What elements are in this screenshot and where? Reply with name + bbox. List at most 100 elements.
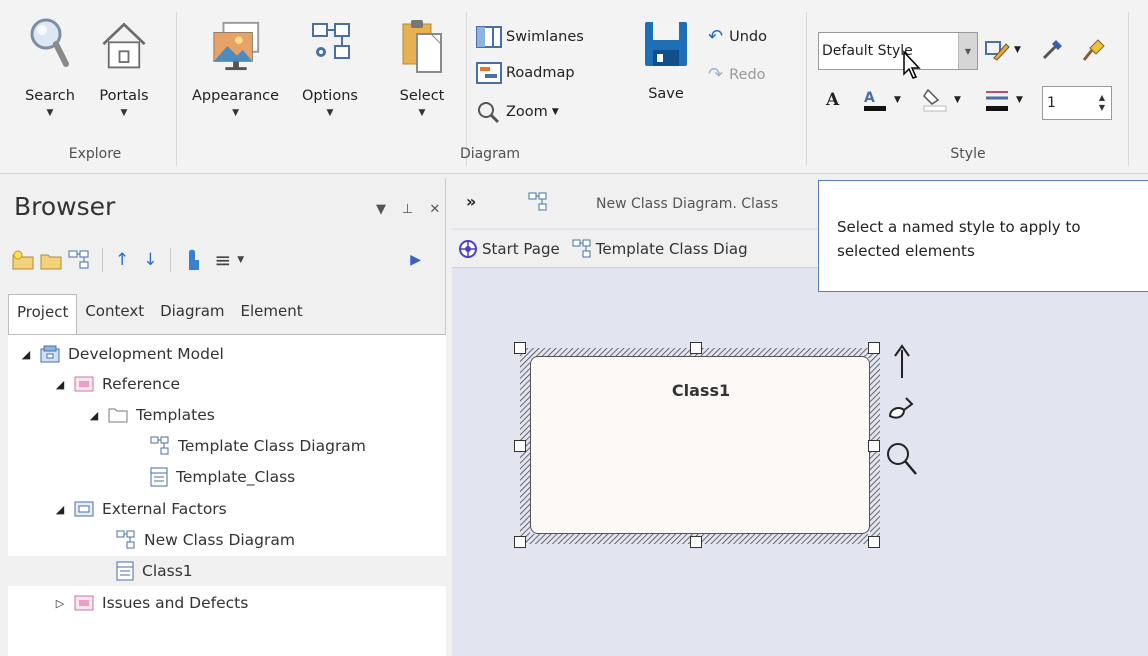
toolbar-divider: [169, 248, 171, 272]
line-color-button[interactable]: ▼: [984, 86, 1023, 114]
tree-item-new-class-diagram[interactable]: New Class Diagram: [116, 525, 295, 555]
format-brush-icon[interactable]: [886, 394, 916, 424]
format-painter-button[interactable]: ▼: [984, 38, 1021, 62]
close-icon[interactable]: ✕: [429, 202, 440, 217]
zoom-button[interactable]: Zoom ▼: [476, 100, 559, 124]
tree-item-issues-and-defects[interactable]: ▷ Issues and Defects: [52, 588, 249, 618]
search-icon[interactable]: [884, 440, 920, 478]
class-diagram-icon: [150, 436, 170, 456]
tab-label: Start Page: [482, 239, 560, 258]
move-down-icon[interactable]: ↓: [143, 250, 157, 270]
tree-item-label: Issues and Defects: [102, 594, 249, 612]
tree-item-templates[interactable]: ◢ Templates: [86, 400, 215, 430]
resize-handle[interactable]: [868, 440, 880, 452]
toolbar-divider: [102, 248, 103, 272]
portals-label: Portals: [99, 88, 149, 104]
chevron-down-icon: ▼: [418, 108, 426, 118]
resize-handle[interactable]: [514, 342, 526, 354]
chevron-down-icon: ▼: [1016, 95, 1023, 105]
chevron-down-icon: ▼: [894, 95, 901, 105]
appearance-icon: [210, 14, 262, 76]
menu-icon[interactable]: ≡: [215, 248, 232, 272]
new-package-icon[interactable]: [40, 249, 62, 271]
swimlanes-button[interactable]: Swimlanes: [476, 26, 584, 48]
expand-panel-icon[interactable]: »: [466, 192, 476, 211]
pick-style-button[interactable]: [1040, 36, 1070, 62]
chevron-down-icon[interactable]: ▼: [237, 255, 244, 265]
save-button[interactable]: Save: [640, 14, 692, 102]
resize-handle[interactable]: [690, 536, 702, 548]
tab-label: Template Class Diag: [595, 239, 748, 258]
select-button[interactable]: Select ▼: [396, 14, 448, 118]
options-label: Options: [302, 88, 358, 104]
tree-item-reference[interactable]: ◢ Reference: [52, 369, 180, 399]
font-color-button[interactable]: A ▼: [862, 86, 901, 114]
tab-diagram[interactable]: Diagram: [152, 294, 232, 334]
chevron-down-icon: ▼: [1014, 45, 1021, 55]
apply-style-button[interactable]: [1080, 36, 1110, 62]
zoom-icon: [478, 102, 500, 124]
portals-button[interactable]: Portals ▼: [98, 14, 150, 118]
resize-handle[interactable]: [868, 536, 880, 548]
resize-handle[interactable]: [868, 342, 880, 354]
tab-context[interactable]: Context: [77, 294, 152, 334]
collapse-icon[interactable]: ◢: [52, 503, 68, 516]
expand-icon[interactable]: ▷: [52, 597, 68, 610]
class-body[interactable]: Class1: [530, 356, 870, 534]
appearance-button[interactable]: Appearance ▼: [192, 14, 279, 118]
model-icon: [40, 345, 60, 363]
roadmap-button[interactable]: Roadmap: [476, 62, 575, 84]
swimlanes-label: Swimlanes: [506, 29, 584, 45]
spinner-arrows-icon[interactable]: ▲ ▼: [1099, 93, 1105, 113]
line-width-spinner[interactable]: 1 ▲ ▼: [1042, 86, 1112, 120]
tree-item-development-model[interactable]: ◢ Development Model: [18, 339, 224, 369]
search-button[interactable]: Search ▼: [24, 14, 76, 118]
project-tree: ◢ Development Model ◢ Reference ◢ Templa…: [8, 334, 446, 656]
tree-item-template-class-diagram[interactable]: Template Class Diagram: [150, 431, 366, 461]
tab-element[interactable]: Element: [233, 294, 311, 334]
tree-item-label: Template Class Diagram: [178, 437, 366, 455]
chevron-down-icon: ▼: [954, 95, 961, 105]
class-element[interactable]: Class1: [514, 342, 880, 548]
tree-item-external-factors[interactable]: ◢ External Factors: [52, 494, 227, 524]
style-combo[interactable]: Default Style ▼: [818, 32, 978, 70]
explore-group-label: Explore: [68, 146, 122, 162]
tab-project[interactable]: Project: [8, 294, 78, 334]
save-icon: [640, 14, 692, 76]
line-color-icon: [986, 91, 1008, 111]
tab-template-class-diagram[interactable]: Template Class Diag: [566, 239, 754, 259]
quick-linker-arrow-icon[interactable]: [892, 344, 912, 380]
resize-handle[interactable]: [690, 342, 702, 354]
play-icon[interactable]: ▶: [410, 252, 421, 268]
redo-button[interactable]: ↷ Redo: [708, 64, 766, 85]
collapse-icon[interactable]: ◢: [18, 348, 34, 361]
collapse-icon[interactable]: ◢: [86, 409, 102, 422]
diagram-options-icon: [304, 14, 356, 76]
resize-handle[interactable]: [514, 536, 526, 548]
tree-item-class1[interactable]: Class1: [8, 556, 446, 586]
new-model-icon[interactable]: [12, 249, 34, 271]
options-button[interactable]: Options ▼: [302, 14, 358, 118]
tree-item-template-class[interactable]: Template_Class: [150, 462, 295, 492]
home-icon: [98, 14, 150, 76]
search-icon: [24, 14, 76, 76]
panel-menu-icon[interactable]: ▼: [376, 202, 386, 217]
tab-start-page[interactable]: Start Page: [452, 239, 566, 259]
browser-title: Browser: [14, 192, 116, 221]
locate-icon[interactable]: [183, 248, 205, 272]
chevron-down-icon[interactable]: ▼: [958, 33, 977, 69]
panel-controls: ▼ ⊥ ✕: [376, 202, 440, 217]
collapse-icon[interactable]: ◢: [52, 378, 68, 391]
undo-label: Undo: [729, 28, 767, 45]
class-icon: [116, 561, 134, 581]
undo-button[interactable]: ↶ Undo: [708, 26, 767, 47]
chevron-down-icon: ▼: [46, 108, 54, 118]
font-button[interactable]: A: [826, 90, 839, 110]
fill-color-button[interactable]: ▼: [922, 86, 961, 114]
new-diagram-icon[interactable]: [68, 249, 90, 271]
pin-icon[interactable]: ⊥: [402, 202, 413, 217]
move-up-icon[interactable]: ↑: [115, 250, 129, 270]
style-tooltip: Select a named style to apply to selecte…: [818, 180, 1148, 292]
resize-handle[interactable]: [514, 440, 526, 452]
tree-item-label: Class1: [142, 562, 193, 580]
